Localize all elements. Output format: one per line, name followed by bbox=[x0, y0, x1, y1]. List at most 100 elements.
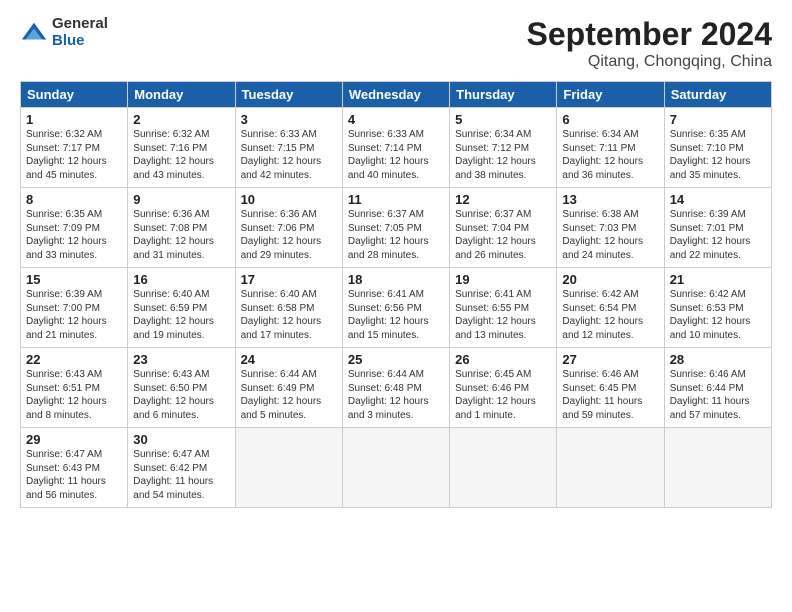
table-row bbox=[342, 428, 449, 508]
table-row bbox=[557, 428, 664, 508]
table-row: 24 Sunrise: 6:44 AMSunset: 6:49 PMDaylig… bbox=[235, 348, 342, 428]
table-row: 28 Sunrise: 6:46 AMSunset: 6:44 PMDaylig… bbox=[664, 348, 771, 428]
day-number: 11 bbox=[348, 192, 444, 207]
day-detail: Sunrise: 6:47 AMSunset: 6:43 PMDaylight:… bbox=[26, 449, 106, 501]
day-number: 14 bbox=[670, 192, 766, 207]
day-detail: Sunrise: 6:34 AMSunset: 7:12 PMDaylight:… bbox=[455, 129, 536, 181]
table-row: 1 Sunrise: 6:32 AMSunset: 7:17 PMDayligh… bbox=[21, 108, 128, 188]
table-row: 16 Sunrise: 6:40 AMSunset: 6:59 PMDaylig… bbox=[128, 268, 235, 348]
day-number: 7 bbox=[670, 112, 766, 127]
day-number: 13 bbox=[562, 192, 658, 207]
day-detail: Sunrise: 6:40 AMSunset: 6:59 PMDaylight:… bbox=[133, 289, 214, 341]
table-row: 15 Sunrise: 6:39 AMSunset: 7:00 PMDaylig… bbox=[21, 268, 128, 348]
day-detail: Sunrise: 6:40 AMSunset: 6:58 PMDaylight:… bbox=[241, 289, 322, 341]
day-detail: Sunrise: 6:43 AMSunset: 6:50 PMDaylight:… bbox=[133, 369, 214, 421]
day-detail: Sunrise: 6:42 AMSunset: 6:53 PMDaylight:… bbox=[670, 289, 751, 341]
day-detail: Sunrise: 6:37 AMSunset: 7:04 PMDaylight:… bbox=[455, 209, 536, 261]
calendar-week-row: 22 Sunrise: 6:43 AMSunset: 6:51 PMDaylig… bbox=[21, 348, 772, 428]
day-detail: Sunrise: 6:46 AMSunset: 6:44 PMDaylight:… bbox=[670, 369, 750, 421]
day-number: 9 bbox=[133, 192, 229, 207]
header-saturday: Saturday bbox=[664, 82, 771, 108]
day-number: 21 bbox=[670, 272, 766, 287]
table-row: 19 Sunrise: 6:41 AMSunset: 6:55 PMDaylig… bbox=[450, 268, 557, 348]
table-row bbox=[664, 428, 771, 508]
table-row: 3 Sunrise: 6:33 AMSunset: 7:15 PMDayligh… bbox=[235, 108, 342, 188]
day-detail: Sunrise: 6:33 AMSunset: 7:15 PMDaylight:… bbox=[241, 129, 322, 181]
table-row: 23 Sunrise: 6:43 AMSunset: 6:50 PMDaylig… bbox=[128, 348, 235, 428]
day-number: 25 bbox=[348, 352, 444, 367]
day-detail: Sunrise: 6:42 AMSunset: 6:54 PMDaylight:… bbox=[562, 289, 643, 341]
day-number: 26 bbox=[455, 352, 551, 367]
table-row: 26 Sunrise: 6:45 AMSunset: 6:46 PMDaylig… bbox=[450, 348, 557, 428]
day-number: 12 bbox=[455, 192, 551, 207]
table-row: 4 Sunrise: 6:33 AMSunset: 7:14 PMDayligh… bbox=[342, 108, 449, 188]
calendar-page: General Blue September 2024 Qitang, Chon… bbox=[0, 0, 792, 518]
table-row: 9 Sunrise: 6:36 AMSunset: 7:08 PMDayligh… bbox=[128, 188, 235, 268]
calendar-week-row: 8 Sunrise: 6:35 AMSunset: 7:09 PMDayligh… bbox=[21, 188, 772, 268]
day-number: 15 bbox=[26, 272, 122, 287]
header-area: General Blue September 2024 Qitang, Chon… bbox=[20, 16, 772, 71]
table-row: 29 Sunrise: 6:47 AMSunset: 6:43 PMDaylig… bbox=[21, 428, 128, 508]
day-detail: Sunrise: 6:32 AMSunset: 7:16 PMDaylight:… bbox=[133, 129, 214, 181]
table-row: 13 Sunrise: 6:38 AMSunset: 7:03 PMDaylig… bbox=[557, 188, 664, 268]
day-detail: Sunrise: 6:47 AMSunset: 6:42 PMDaylight:… bbox=[133, 449, 213, 501]
day-number: 19 bbox=[455, 272, 551, 287]
table-row: 27 Sunrise: 6:46 AMSunset: 6:45 PMDaylig… bbox=[557, 348, 664, 428]
day-detail: Sunrise: 6:46 AMSunset: 6:45 PMDaylight:… bbox=[562, 369, 642, 421]
day-number: 29 bbox=[26, 432, 122, 447]
day-number: 3 bbox=[241, 112, 337, 127]
day-number: 8 bbox=[26, 192, 122, 207]
table-row bbox=[450, 428, 557, 508]
logo-text: General Blue bbox=[52, 16, 108, 49]
table-row: 17 Sunrise: 6:40 AMSunset: 6:58 PMDaylig… bbox=[235, 268, 342, 348]
table-row: 25 Sunrise: 6:44 AMSunset: 6:48 PMDaylig… bbox=[342, 348, 449, 428]
day-number: 28 bbox=[670, 352, 766, 367]
table-row: 30 Sunrise: 6:47 AMSunset: 6:42 PMDaylig… bbox=[128, 428, 235, 508]
day-detail: Sunrise: 6:44 AMSunset: 6:48 PMDaylight:… bbox=[348, 369, 429, 421]
table-row: 2 Sunrise: 6:32 AMSunset: 7:16 PMDayligh… bbox=[128, 108, 235, 188]
day-number: 24 bbox=[241, 352, 337, 367]
day-number: 16 bbox=[133, 272, 229, 287]
table-row: 6 Sunrise: 6:34 AMSunset: 7:11 PMDayligh… bbox=[557, 108, 664, 188]
day-number: 20 bbox=[562, 272, 658, 287]
weekday-header-row: Sunday Monday Tuesday Wednesday Thursday… bbox=[21, 82, 772, 108]
day-number: 2 bbox=[133, 112, 229, 127]
header-friday: Friday bbox=[557, 82, 664, 108]
header-monday: Monday bbox=[128, 82, 235, 108]
table-row: 22 Sunrise: 6:43 AMSunset: 6:51 PMDaylig… bbox=[21, 348, 128, 428]
header-sunday: Sunday bbox=[21, 82, 128, 108]
title-area: September 2024 Qitang, Chongqing, China bbox=[527, 16, 772, 71]
day-number: 30 bbox=[133, 432, 229, 447]
logo-general-text: General bbox=[52, 16, 108, 33]
day-detail: Sunrise: 6:45 AMSunset: 6:46 PMDaylight:… bbox=[455, 369, 536, 421]
day-detail: Sunrise: 6:36 AMSunset: 7:08 PMDaylight:… bbox=[133, 209, 214, 261]
header-tuesday: Tuesday bbox=[235, 82, 342, 108]
calendar-table: Sunday Monday Tuesday Wednesday Thursday… bbox=[20, 81, 772, 508]
day-detail: Sunrise: 6:34 AMSunset: 7:11 PMDaylight:… bbox=[562, 129, 643, 181]
day-detail: Sunrise: 6:35 AMSunset: 7:09 PMDaylight:… bbox=[26, 209, 107, 261]
day-detail: Sunrise: 6:35 AMSunset: 7:10 PMDaylight:… bbox=[670, 129, 751, 181]
day-detail: Sunrise: 6:41 AMSunset: 6:56 PMDaylight:… bbox=[348, 289, 429, 341]
day-number: 5 bbox=[455, 112, 551, 127]
table-row: 20 Sunrise: 6:42 AMSunset: 6:54 PMDaylig… bbox=[557, 268, 664, 348]
day-detail: Sunrise: 6:39 AMSunset: 7:01 PMDaylight:… bbox=[670, 209, 751, 261]
day-number: 18 bbox=[348, 272, 444, 287]
logo: General Blue bbox=[20, 16, 108, 49]
table-row: 12 Sunrise: 6:37 AMSunset: 7:04 PMDaylig… bbox=[450, 188, 557, 268]
day-number: 17 bbox=[241, 272, 337, 287]
table-row bbox=[235, 428, 342, 508]
logo-icon bbox=[20, 19, 48, 47]
table-row: 18 Sunrise: 6:41 AMSunset: 6:56 PMDaylig… bbox=[342, 268, 449, 348]
day-number: 1 bbox=[26, 112, 122, 127]
logo-blue-text: Blue bbox=[52, 33, 108, 50]
day-detail: Sunrise: 6:43 AMSunset: 6:51 PMDaylight:… bbox=[26, 369, 107, 421]
table-row: 5 Sunrise: 6:34 AMSunset: 7:12 PMDayligh… bbox=[450, 108, 557, 188]
day-number: 10 bbox=[241, 192, 337, 207]
day-detail: Sunrise: 6:37 AMSunset: 7:05 PMDaylight:… bbox=[348, 209, 429, 261]
day-detail: Sunrise: 6:39 AMSunset: 7:00 PMDaylight:… bbox=[26, 289, 107, 341]
day-detail: Sunrise: 6:36 AMSunset: 7:06 PMDaylight:… bbox=[241, 209, 322, 261]
month-title: September 2024 bbox=[527, 16, 772, 53]
day-detail: Sunrise: 6:32 AMSunset: 7:17 PMDaylight:… bbox=[26, 129, 107, 181]
day-number: 22 bbox=[26, 352, 122, 367]
day-number: 23 bbox=[133, 352, 229, 367]
